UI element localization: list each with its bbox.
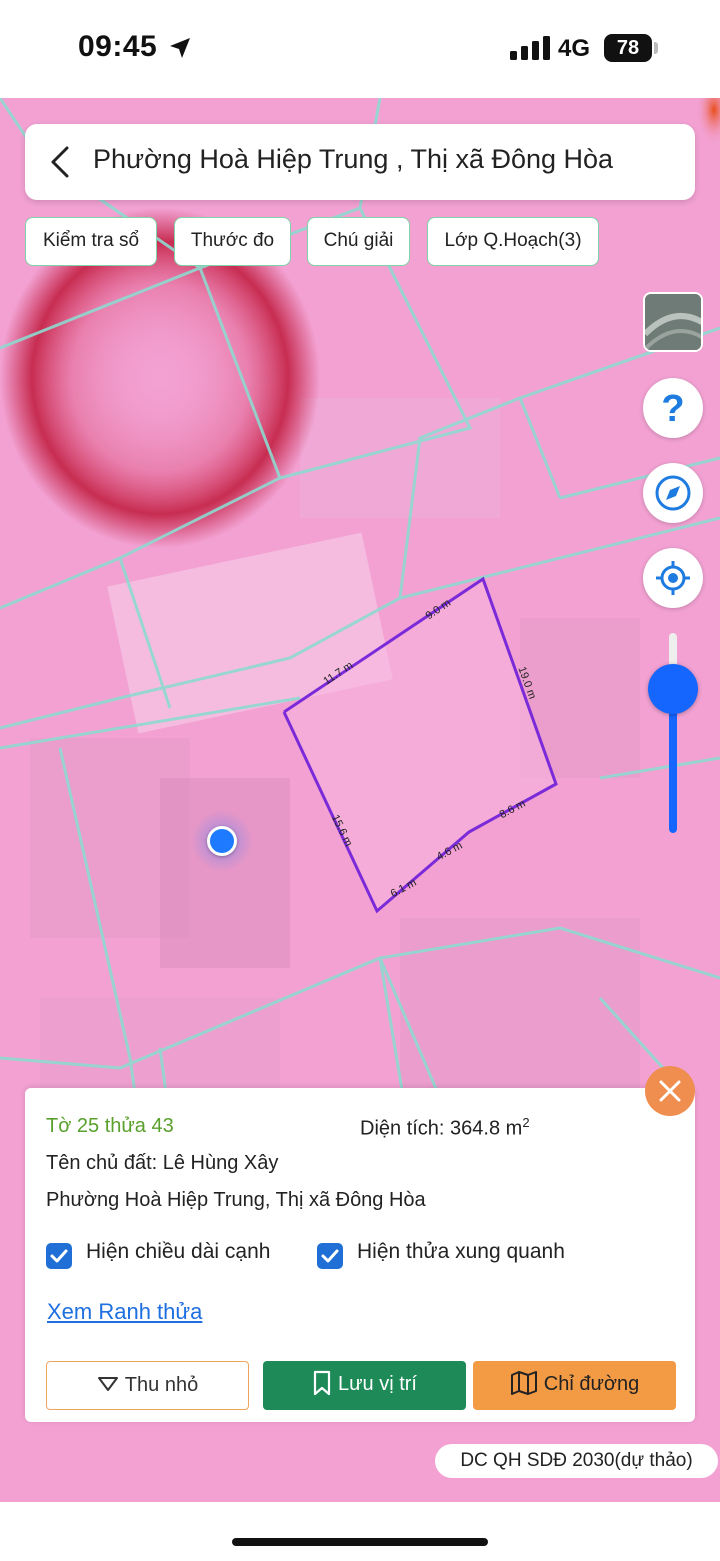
close-panel-button[interactable] — [645, 1066, 695, 1116]
triangle-down-icon — [97, 1376, 118, 1391]
satellite-layer-icon[interactable] — [643, 292, 703, 352]
home-indicator[interactable] — [232, 1538, 488, 1546]
save-location-button[interactable]: Lưu vị trí — [263, 1361, 466, 1410]
view-parcel-boundary-link[interactable]: Xem Ranh thửa — [47, 1299, 202, 1325]
battery-cap — [654, 42, 658, 54]
clock-time: 09:45 — [78, 30, 158, 63]
show-edge-length-label[interactable]: Hiện chiều dài cạnh — [86, 1240, 270, 1264]
chevron-left-icon[interactable] — [43, 142, 79, 182]
cellular-signal-icon — [510, 36, 550, 60]
opacity-slider-handle[interactable] — [648, 664, 698, 714]
help-icon: ? — [661, 388, 684, 430]
page-title: Phường Hoà Hiệp Trung , Thị xã Đông Hòa — [93, 144, 614, 174]
bottom-safe-area — [0, 1502, 720, 1561]
shrink-label: Thu nhỏ — [124, 1374, 199, 1396]
owner-name: Tên chủ đất: Lê Hùng Xây — [46, 1152, 279, 1174]
directions-button[interactable]: Chỉ đường — [473, 1361, 676, 1410]
directions-label: Chỉ đường — [543, 1373, 640, 1395]
checkmark-icon — [50, 1249, 68, 1263]
parcel-info-panel: Tờ 25 thửa 43 Diện tích: 364.8 m2 Tên ch… — [25, 1088, 695, 1422]
parcel-area: Diện tích: 364.8 m2 — [360, 1115, 530, 1140]
help-button[interactable]: ? — [643, 378, 703, 438]
chip-check-book[interactable]: Kiểm tra sổ — [25, 217, 157, 266]
parcel-id: Tờ 25 thửa 43 — [46, 1115, 174, 1137]
location-arrow-icon — [170, 38, 190, 58]
compass-button[interactable] — [643, 463, 703, 523]
close-icon — [659, 1080, 681, 1102]
shrink-button[interactable]: Thu nhỏ — [46, 1361, 249, 1410]
chip-planning-layer[interactable]: Lớp Q.Hoạch(3) — [427, 217, 599, 266]
status-bar: 09:45 4G 78 — [0, 0, 720, 98]
map-icon — [510, 1370, 537, 1395]
parcel-address: Phường Hoà Hiệp Trung, Thị xã Đông Hòa — [46, 1189, 426, 1211]
chip-legend[interactable]: Chú giải — [307, 217, 410, 266]
user-location-marker — [207, 826, 237, 856]
save-location-label: Lưu vị trí — [338, 1373, 417, 1395]
location-header: Phường Hoà Hiệp Trung , Thị xã Đông Hòa — [25, 124, 695, 200]
checkmark-icon — [321, 1249, 339, 1263]
opacity-slider[interactable] — [669, 633, 677, 833]
chip-measure[interactable]: Thước đo — [174, 217, 291, 266]
network-type: 4G — [558, 35, 591, 62]
battery-icon: 78 — [604, 34, 652, 62]
bookmark-icon — [313, 1370, 331, 1395]
my-location-icon — [656, 561, 690, 595]
show-neighbors-label[interactable]: Hiện thửa xung quanh — [357, 1240, 565, 1264]
planning-layer-badge: DC QH SDĐ 2030(dự thảo) — [435, 1444, 718, 1478]
my-location-button[interactable] — [643, 548, 703, 608]
compass-icon — [655, 475, 691, 511]
show-edge-length-checkbox[interactable] — [46, 1243, 72, 1269]
svg-text:?: ? — [661, 388, 684, 430]
show-neighbors-checkbox[interactable] — [317, 1243, 343, 1269]
